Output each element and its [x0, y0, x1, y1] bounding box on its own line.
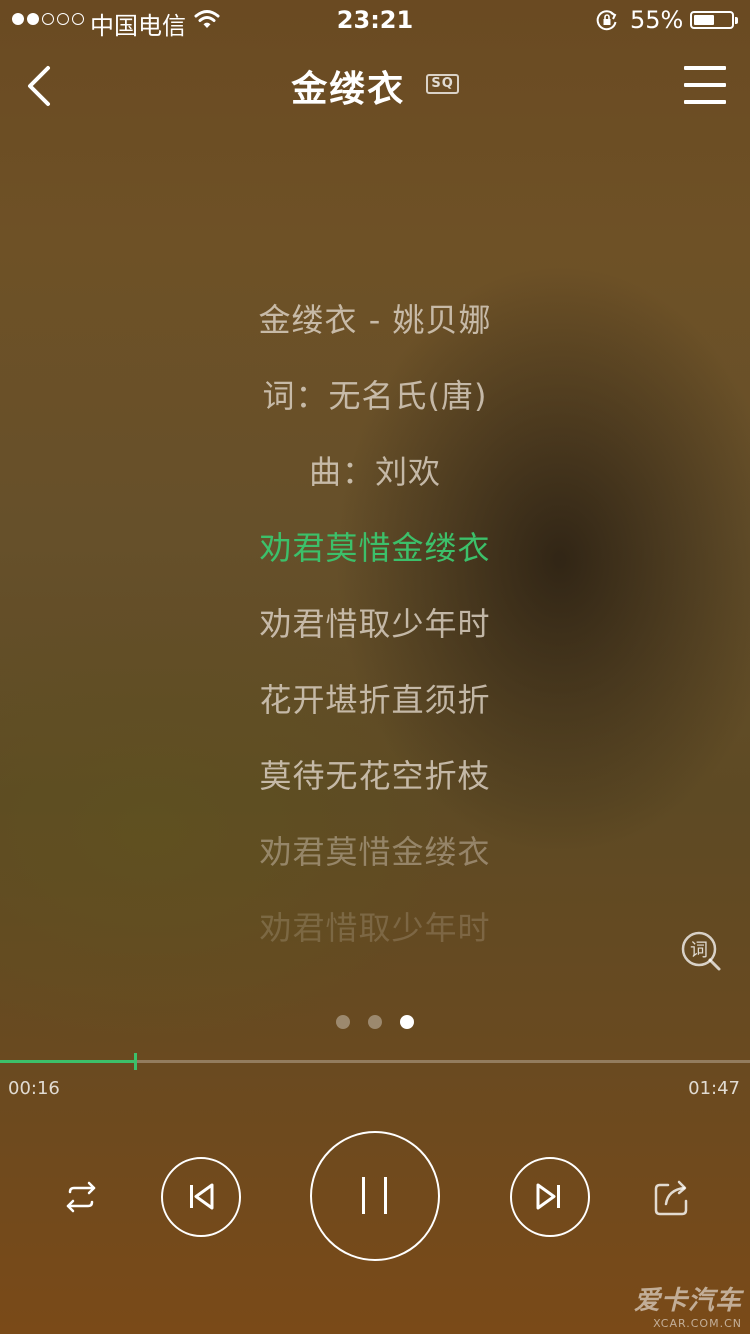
sq-quality-badge: SQ — [426, 74, 459, 94]
song-title: 金缕衣 — [291, 69, 406, 110]
battery-level — [694, 15, 714, 25]
pause-icon — [362, 1177, 387, 1214]
progress-played — [0, 1060, 135, 1063]
menu-button[interactable] — [684, 66, 726, 104]
progress-handle[interactable] — [134, 1053, 137, 1070]
status-bar: 中国电信 23:21 55% — [0, 0, 750, 40]
lyric-line: 莫待无花空折枝 — [259, 757, 491, 795]
rotation-lock-icon — [596, 10, 617, 31]
lyric-line: 劝君莫惜金缕衣 — [259, 833, 491, 871]
lyric-line: 劝君惜取少年时 — [259, 909, 491, 947]
share-button[interactable] — [646, 1172, 696, 1222]
page-indicator — [336, 1015, 414, 1029]
lyric-line: 花开堪折直须折 — [259, 681, 491, 719]
previous-track-icon — [190, 1183, 214, 1210]
repeat-button[interactable] — [56, 1172, 106, 1222]
page-dot-active[interactable] — [400, 1015, 414, 1029]
playback-progress-bar[interactable] — [0, 1053, 750, 1070]
watermark: 爱卡汽车 XCAR.COM.CN — [634, 1280, 742, 1330]
battery-percentage: 55% — [630, 6, 684, 34]
lyric-search-icon[interactable]: 词 — [680, 930, 722, 972]
next-track-icon — [536, 1183, 560, 1210]
page-dot[interactable] — [336, 1015, 350, 1029]
lyrics-view[interactable]: 金缕衣 - 姚贝娜 词：无名氏(唐) 曲：刘欢 劝君莫惜金缕衣 劝君惜取少年时 … — [0, 290, 750, 974]
watermark-text: 爱卡汽车 — [633, 1286, 742, 1316]
total-time: 01:47 — [688, 1078, 740, 1099]
lyric-line: 劝君惜取少年时 — [259, 605, 491, 643]
page-dot[interactable] — [368, 1015, 382, 1029]
play-pause-button[interactable] — [310, 1131, 440, 1261]
next-button[interactable] — [510, 1157, 590, 1237]
lyric-line-current: 劝君莫惜金缕衣 — [259, 529, 491, 567]
previous-button[interactable] — [161, 1157, 241, 1237]
watermark-url: XCAR.COM.CN — [653, 1317, 742, 1330]
current-time: 00:16 — [8, 1078, 60, 1099]
lyric-line: 金缕衣 - 姚贝娜 — [258, 301, 492, 339]
song-title-bar: 金缕衣 SQ — [0, 60, 750, 112]
lyric-line: 曲：刘欢 — [308, 453, 441, 491]
lyric-line: 词：无名氏(唐) — [262, 377, 488, 415]
lyric-button-label: 词 — [690, 940, 708, 961]
battery-icon — [690, 11, 738, 29]
